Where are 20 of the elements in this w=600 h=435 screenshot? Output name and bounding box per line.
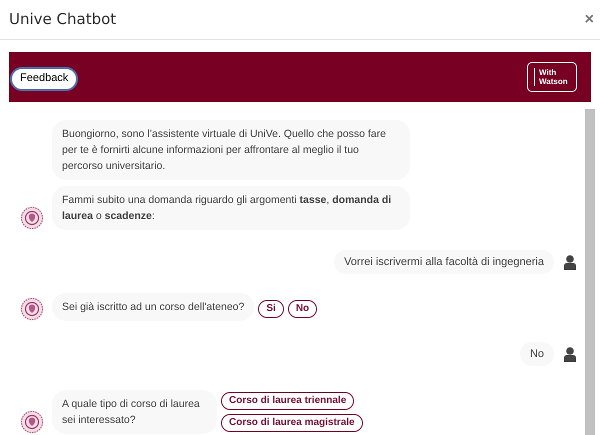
option-button[interactable]: Si: [258, 300, 284, 318]
option-button[interactable]: Corso di laurea magistrale: [221, 414, 363, 432]
bot-message: Sei già iscritto ad un corso dell'ateneo?: [52, 293, 254, 321]
user-message: Vorrei iscrivermi alla facoltà di ingegneria: [334, 250, 554, 274]
option-button[interactable]: No: [288, 300, 318, 318]
bot-message: A quale tipo di corso di laurea sei interessato?: [52, 390, 217, 434]
close-button[interactable]: ×: [584, 12, 594, 28]
window-title: Unive Chatbot: [9, 9, 116, 30]
badge-text: Watson: [539, 77, 568, 86]
seal-icon: [20, 206, 44, 230]
user-icon: [564, 346, 576, 362]
bot-message: Buongiorno, sono l’assistente virtuale di UniVe. Quello che posso fare per te è fornirti alcune informazioni per affrontare al meglio il tuo percorso universitario.: [52, 120, 410, 180]
feedback-button[interactable]: Feedback: [10, 66, 78, 90]
option-button[interactable]: Corso di laurea triennale: [221, 392, 354, 410]
seal-icon: [20, 297, 44, 321]
user-icon: [564, 254, 576, 270]
bot-message: Fammi subito una domanda riguardo gli argomenti tasse, domanda di laurea o scadenze:: [52, 186, 410, 230]
user-message: No: [520, 342, 554, 366]
seal-icon: [20, 410, 44, 434]
badge-text: With: [539, 68, 558, 77]
